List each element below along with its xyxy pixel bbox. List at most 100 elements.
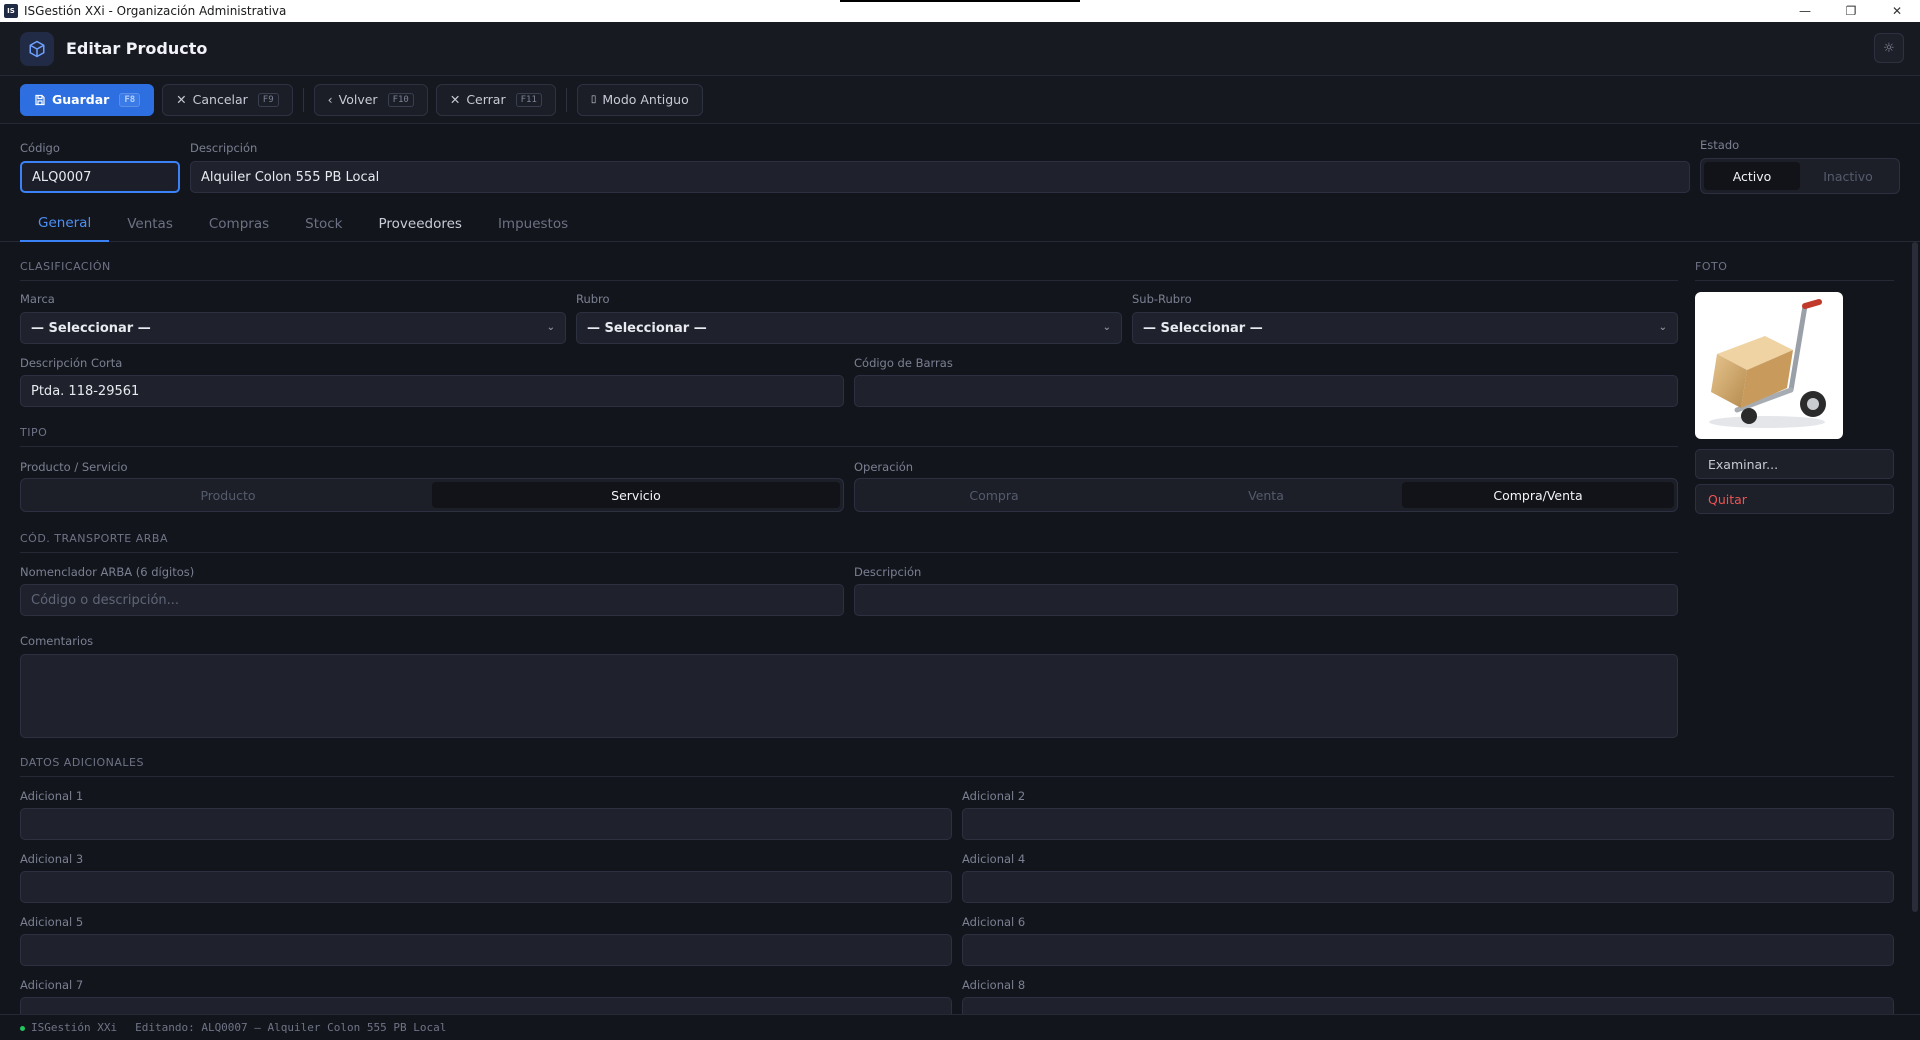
rubro-value: — Seleccionar — [587,320,707,336]
rubro-select[interactable]: — Seleccionar — ⌄ [576,312,1122,344]
code-label: Código [20,141,60,155]
save-button[interactable]: Guardar F8 [20,83,155,116]
tab-ventas[interactable]: Ventas [109,206,191,242]
adicional-1-input[interactable] [20,808,952,840]
description-value: Alquiler Colon 555 PB Local [201,169,380,185]
minimize-button[interactable]: — [1782,0,1828,22]
option-servicio[interactable]: Servicio [432,482,840,508]
state-label: Estado [1700,138,1740,152]
tab-general[interactable]: General [20,206,110,242]
section-foto: FOTO [1695,260,1728,273]
adicional-5-input[interactable] [20,934,952,966]
page-header: Editar Producto ☼ [0,22,1920,76]
sun-icon: ☼ [1883,40,1895,56]
code-input[interactable]: ALQ0007 [20,161,180,193]
status-dot-icon [20,1025,25,1031]
adicional-5-label: Adicional 5 [20,915,84,929]
close-label: Cerrar [466,92,506,107]
tab-stock[interactable]: Stock [287,206,360,242]
remove-photo-label: Quitar [1708,491,1747,507]
back-label: Volver [338,92,378,107]
product-service-toggle: Producto Servicio [20,478,844,512]
adicional-8-input[interactable] [962,997,1894,1014]
barcode-label: Código de Barras [854,356,953,370]
legacy-mode-button[interactable]: ▯ Modo Antiguo [576,83,703,116]
tab-impuestos[interactable]: Impuestos [480,206,586,242]
arba-code-placeholder: Código o descripción... [31,592,180,608]
comments-label: Comentarios [20,634,94,648]
save-icon [35,94,45,105]
theme-toggle-button[interactable]: ☼ [1874,33,1904,63]
section-arba: CÓD. TRANSPORTE ARBA [20,532,168,545]
back-button[interactable]: ‹ Volver F10 [313,83,428,116]
barcode-input[interactable] [854,375,1678,407]
adicional-7-input[interactable] [20,997,952,1014]
cancel-label: Cancelar [192,92,248,107]
option-producto[interactable]: Producto [24,482,432,508]
close-icon: ✕ [449,92,461,107]
option-compra[interactable]: Compra [858,482,1130,508]
chevron-left-icon: ‹ [327,92,333,107]
adicional-7-label: Adicional 7 [20,978,84,992]
state-inactive-option[interactable]: Inactivo [1800,162,1896,190]
description-label: Descripción [190,141,258,155]
marca-select[interactable]: — Seleccionar — ⌄ [20,312,566,344]
legacy-label: Modo Antiguo [602,92,689,107]
adicional-3-label: Adicional 3 [20,852,84,866]
short-description-label: Descripción Corta [20,356,123,370]
hand-truck-image [1709,299,1826,428]
back-shortcut: F10 [387,92,414,107]
short-description-input[interactable]: Ptda. 118-29561 [20,375,844,407]
close-window-button[interactable]: ✕ [1874,0,1920,22]
short-description-value: Ptda. 118-29561 [31,383,140,399]
state-active-option[interactable]: Activo [1704,162,1800,190]
window-titlebar: IS ISGestión XXi - Organización Administ… [0,0,1920,22]
product-service-label: Producto / Servicio [20,460,128,474]
close-button[interactable]: ✕ Cerrar F11 [435,83,556,116]
tab-compras[interactable]: Compras [191,206,287,242]
operation-label: Operación [854,460,914,474]
toolbar-divider [302,87,304,112]
close-shortcut: F11 [515,92,542,107]
adicional-2-input[interactable] [962,808,1894,840]
toolbar: Guardar F8 ✕ Cancelar F9 ‹ Volver F10 ✕ … [0,76,1920,124]
cancel-shortcut: F9 [257,92,279,107]
subrubro-value: — Seleccionar — [1143,320,1263,336]
chevron-down-icon: ⌄ [1102,322,1111,333]
subrubro-select[interactable]: — Seleccionar — ⌄ [1132,312,1678,344]
product-photo [1695,292,1843,439]
option-compraventa[interactable]: Compra/Venta [1402,482,1674,508]
adicional-2-label: Adicional 2 [962,789,1026,803]
save-label: Guardar [52,92,110,107]
description-input[interactable]: Alquiler Colon 555 PB Local [190,161,1690,193]
section-divider [20,552,1678,553]
option-venta[interactable]: Venta [1130,482,1402,508]
adicional-1-label: Adicional 1 [20,789,84,803]
section-divider [20,280,1678,281]
adicional-6-input[interactable] [962,934,1894,966]
tab-bar: General Ventas Compras Stock Proveedores… [0,206,1920,242]
restore-button[interactable]: ❐ [1828,0,1874,22]
adicional-8-label: Adicional 8 [962,978,1026,992]
adicional-4-input[interactable] [962,871,1894,903]
browse-photo-button[interactable]: Examinar... [1695,449,1894,479]
adicional-3-input[interactable] [20,871,952,903]
section-tipo: TIPO [20,426,48,439]
comments-textarea[interactable] [20,654,1678,738]
status-app-name: ISGestión XXi [31,1021,118,1034]
arba-description-input[interactable] [854,584,1678,616]
section-divider [20,776,1894,777]
remove-photo-button[interactable]: Quitar [1695,484,1894,514]
chevron-down-icon: ⌄ [546,322,555,333]
cube-icon [20,31,54,66]
operation-toggle: Compra Venta Compra/Venta [854,478,1678,512]
section-divider [20,446,1678,447]
scrollbar[interactable] [1912,242,1918,912]
arba-description-label: Descripción [854,565,922,579]
page-title: Editar Producto [66,39,208,58]
arba-code-input[interactable]: Código o descripción... [20,584,844,616]
tab-proveedores[interactable]: Proveedores [361,206,480,242]
close-icon: ✕ [176,92,187,107]
subrubro-label: Sub-Rubro [1132,292,1192,306]
cancel-button[interactable]: ✕ Cancelar F9 [162,83,293,116]
